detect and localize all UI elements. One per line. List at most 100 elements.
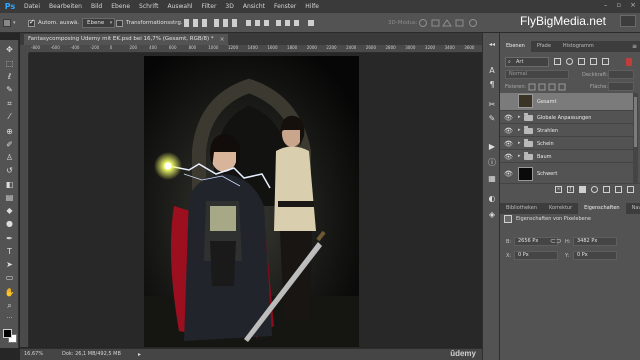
layer-row-strahlen[interactable]: 👁 ▸ Strahlen bbox=[500, 125, 633, 137]
tab-eigenschaften[interactable]: Eigenschaften bbox=[578, 203, 626, 214]
shape-tool-icon[interactable]: ▭ bbox=[3, 272, 16, 283]
brush-panel-icon[interactable]: ✎ bbox=[486, 113, 498, 124]
actions-play-icon[interactable]: ▶ bbox=[486, 141, 498, 152]
tab-pfade[interactable]: Pfade bbox=[531, 41, 557, 52]
horizontal-ruler[interactable]: -800 -600 -400 -200 0 200 400 600 800 1000 1200 140… bbox=[29, 45, 482, 53]
layer-style-icon[interactable]: ƒ bbox=[567, 186, 574, 193]
canvas-area[interactable] bbox=[29, 53, 482, 347]
layer-row-globale-anpassungen[interactable]: 👁 ▸ Globale Anpassungen bbox=[500, 112, 633, 124]
3d-mode-icons[interactable] bbox=[418, 18, 482, 30]
document-canvas[interactable] bbox=[144, 56, 359, 347]
visibility-eye-icon[interactable]: 👁 bbox=[504, 153, 513, 161]
autoselect-option[interactable]: Autom. auswä. bbox=[28, 17, 79, 29]
autoselect-target-dropdown[interactable]: Ebene bbox=[82, 18, 116, 28]
height-field[interactable]: 3482 Px bbox=[573, 237, 617, 246]
layer-row-schein[interactable]: 👁 ▸ Schein bbox=[500, 138, 633, 150]
gradient-tool-icon[interactable]: ▤ bbox=[3, 192, 16, 203]
move-tool-icon[interactable]: ✥ bbox=[3, 44, 16, 55]
menu-filter[interactable]: Filter bbox=[202, 3, 217, 10]
info-panel-icon[interactable]: ⓘ bbox=[486, 157, 498, 168]
tab-ebenen[interactable]: Ebenen bbox=[500, 41, 531, 52]
zoom-tool-icon[interactable]: ⌕ bbox=[3, 300, 16, 311]
x-field[interactable]: 0 Px bbox=[514, 251, 558, 260]
eraser-tool-icon[interactable]: ◧ bbox=[3, 179, 16, 190]
menu-schrift[interactable]: Schrift bbox=[139, 3, 158, 10]
group-expand-icon[interactable]: ▸ bbox=[518, 140, 521, 146]
new-adjustment-icon[interactable] bbox=[591, 186, 598, 193]
type-filter-icon[interactable] bbox=[578, 58, 585, 65]
tab-histogramm[interactable]: Histogramm bbox=[557, 41, 600, 52]
menu-ebene[interactable]: Ebene bbox=[111, 3, 130, 10]
styles-panel-icon[interactable]: ◈ bbox=[486, 209, 498, 220]
menu-auswahl[interactable]: Auswahl bbox=[167, 3, 192, 10]
group-expand-icon[interactable]: ▸ bbox=[518, 127, 521, 133]
close-window-button[interactable]: × bbox=[630, 1, 636, 9]
group-expand-icon[interactable]: ▸ bbox=[518, 153, 521, 159]
new-group-icon[interactable] bbox=[603, 186, 610, 193]
visibility-eye-icon[interactable]: 👁 bbox=[504, 170, 513, 178]
transform-controls-option[interactable]: Transformationsstrg. bbox=[116, 17, 183, 29]
new-layer-icon[interactable] bbox=[615, 186, 622, 193]
paragraph-panel-icon[interactable]: ¶ bbox=[486, 79, 498, 90]
workspace-switcher[interactable] bbox=[620, 15, 636, 27]
visibility-eye-icon[interactable]: 👁 bbox=[504, 127, 513, 135]
vertical-ruler[interactable] bbox=[20, 53, 29, 347]
document-tab[interactable]: Fantasycomposing Udemy mit EK.psd bei 16… bbox=[24, 34, 228, 45]
lock-icons[interactable] bbox=[528, 83, 574, 91]
color-panel-icon[interactable]: ◐ bbox=[486, 193, 498, 204]
menu-hilfe[interactable]: Hilfe bbox=[305, 3, 319, 10]
layer-row-baum[interactable]: 👁 ▸ Baum bbox=[500, 151, 633, 163]
autoselect-checkbox[interactable] bbox=[28, 18, 35, 27]
swatches-panel-icon[interactable]: ▦ bbox=[486, 173, 498, 184]
link-dimensions-icon[interactable]: ⊂⊃ bbox=[550, 237, 562, 245]
fill-field[interactable] bbox=[608, 82, 634, 91]
layers-panel-menu-icon[interactable]: ≡ bbox=[632, 41, 637, 52]
tab-korrektur[interactable]: Korrektur bbox=[543, 203, 578, 214]
lasso-tool-icon[interactable]: ℓ bbox=[3, 71, 16, 82]
link-layers-icon[interactable]: ∞ bbox=[555, 186, 562, 193]
shape-filter-icon[interactable] bbox=[590, 58, 597, 65]
dodge-tool-icon[interactable]: ● bbox=[3, 218, 16, 229]
character-panel-icon[interactable]: A bbox=[486, 65, 498, 76]
layers-scrollbar-thumb[interactable] bbox=[634, 97, 637, 147]
align-distribute-icons[interactable] bbox=[182, 18, 332, 28]
path-selection-tool-icon[interactable]: ➤ bbox=[3, 259, 16, 270]
healing-brush-tool-icon[interactable]: ⊕ bbox=[3, 126, 16, 137]
visibility-eye-icon[interactable]: 👁 bbox=[504, 140, 513, 148]
tab-bibliotheken[interactable]: Bibliotheken bbox=[500, 203, 543, 214]
pixel-filter-icon[interactable] bbox=[554, 58, 561, 65]
menu-bearbeiten[interactable]: Bearbeiten bbox=[49, 3, 82, 10]
close-document-icon[interactable]: × bbox=[220, 34, 225, 45]
visibility-eye-icon[interactable]: 👁 bbox=[504, 114, 513, 122]
opacity-field[interactable] bbox=[608, 70, 634, 79]
restore-button[interactable]: ▫ bbox=[616, 1, 621, 9]
tab-navigator[interactable]: Navigator bbox=[626, 203, 640, 214]
layer-row-schwert[interactable]: 👁 Schwert bbox=[500, 164, 633, 184]
history-brush-tool-icon[interactable]: ↺ bbox=[3, 165, 16, 176]
menu-datei[interactable]: Datei bbox=[24, 3, 40, 10]
menu-fenster[interactable]: Fenster bbox=[274, 3, 296, 10]
zoom-field[interactable]: 16,67% bbox=[24, 349, 43, 360]
smartobject-filter-icon[interactable] bbox=[602, 58, 609, 65]
crop-tool-icon[interactable]: ⌗ bbox=[3, 98, 16, 109]
brush-tool-icon[interactable]: ✐ bbox=[3, 139, 16, 150]
blur-tool-icon[interactable]: ◆ bbox=[3, 205, 16, 216]
layer-row-gesamt[interactable]: Gesamt bbox=[500, 93, 633, 111]
layer-filter-dropdown[interactable]: ⌕ Art bbox=[505, 57, 549, 67]
menu-ansicht[interactable]: Ansicht bbox=[243, 3, 265, 10]
transform-checkbox[interactable] bbox=[116, 19, 123, 27]
filter-toggle-switch[interactable] bbox=[626, 58, 632, 66]
minimize-button[interactable]: – bbox=[604, 1, 608, 9]
add-mask-icon[interactable] bbox=[579, 186, 586, 193]
pen-tool-icon[interactable]: ✒ bbox=[3, 233, 16, 244]
menu-bild[interactable]: Bild bbox=[91, 3, 102, 10]
eyedropper-tool-icon[interactable]: ⁄ bbox=[3, 111, 16, 122]
status-menu-arrow-icon[interactable]: ▸ bbox=[138, 349, 141, 360]
photoshop-logo[interactable]: Ps bbox=[2, 1, 18, 12]
dock-collapse-icon[interactable]: ◂◂ bbox=[486, 39, 498, 50]
marquee-tool-icon[interactable]: ⬚ bbox=[3, 58, 16, 69]
quick-select-tool-icon[interactable]: ✎ bbox=[3, 84, 16, 95]
group-expand-icon[interactable]: ▸ bbox=[518, 114, 521, 120]
type-tool-icon[interactable]: T bbox=[3, 246, 16, 257]
more-tools-icon[interactable]: ··· bbox=[3, 313, 16, 324]
